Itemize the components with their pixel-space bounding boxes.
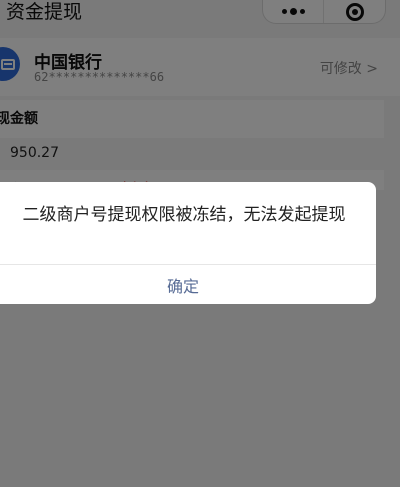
- confirm-button[interactable]: 确定: [0, 265, 376, 304]
- dialog-message: 二级商户号提现权限被冻结，无法发起提现: [22, 205, 346, 225]
- alert-dialog: 二级商户号提现权限被冻结，无法发起提现 确定: [0, 182, 376, 304]
